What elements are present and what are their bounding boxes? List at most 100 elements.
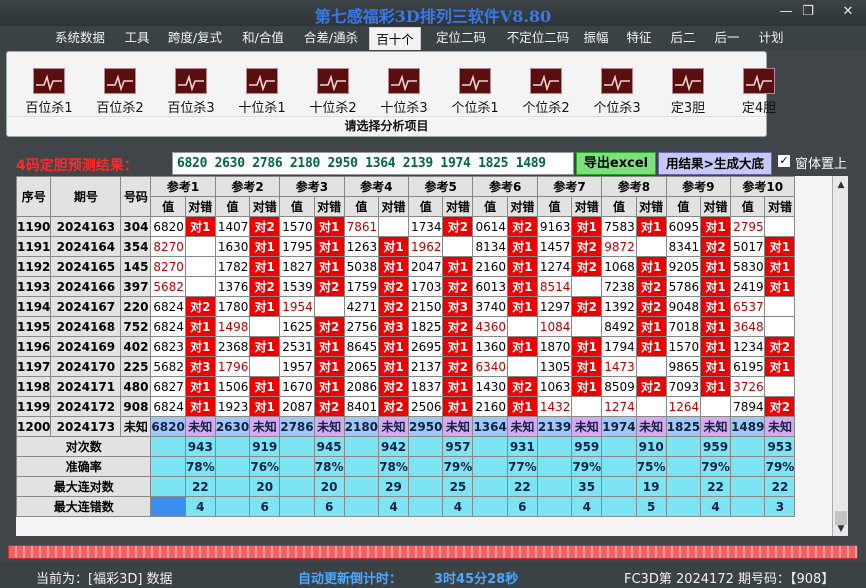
menu-item-1[interactable]: 工具 [119, 26, 155, 50]
ribbon-button-5[interactable]: 十位杀3 [378, 68, 430, 116]
stats-pad [665, 496, 702, 517]
cell-miss [571, 316, 603, 337]
table-row[interactable]: 1193 2024166 397 5682 1376 对2 1539 对2 1759 对2 1703… [16, 276, 796, 297]
cell-predict: 1825 [665, 416, 702, 437]
cell-value: 5682 [150, 276, 186, 297]
stats-value: 3 [764, 496, 796, 517]
cell-value: 8645 [343, 336, 380, 357]
scroll-up-icon[interactable]: ▲ [833, 178, 849, 192]
generate-base-button[interactable]: 用结果>生成大底 [658, 152, 772, 175]
ribbon-button-9[interactable]: 定3胆 [662, 68, 714, 116]
cell-match: 对1 [506, 236, 538, 257]
cell-value: 2419 [730, 276, 766, 297]
cell-code: 145 [120, 256, 152, 277]
cell-period: 2024171 [50, 376, 122, 397]
table-row[interactable]: 1199 2024172 908 6824 对1 1923 对1 2087 对2 8401 对2 25… [16, 396, 796, 417]
stats-value: 19 [635, 476, 667, 497]
menu-item-8[interactable]: 振幅 [578, 26, 614, 50]
cell-match: 对2 [378, 396, 410, 417]
ribbon-button-7[interactable]: 个位杀2 [520, 68, 572, 116]
prediction-field[interactable]: 6820 2630 2786 2180 2950 1364 2139 1974 … [172, 152, 574, 175]
cell-match: 对1 [700, 376, 732, 397]
cell-value: 2531 [279, 336, 315, 357]
stats-pad [343, 456, 380, 477]
table-row[interactable]: 1194 2024167 220 6824 对2 1780 对1 1954 4271 对2 2150… [16, 296, 796, 317]
stats-label: 最大连对数 [16, 476, 152, 497]
cell-match: 对1 [184, 316, 216, 337]
minimize-button[interactable]: — [774, 4, 798, 20]
table-row[interactable]: 1190 2024163 304 6820 对1 1407 对2 1570 对1 7861 1734… [16, 216, 796, 237]
cell-value: 7894 [730, 396, 766, 417]
ribbon-button-10[interactable]: 定4胆 [733, 68, 785, 116]
menu-item-12[interactable]: 计划 [753, 26, 789, 50]
stats-value: 4 [442, 496, 474, 517]
cell-value: 1825 [408, 316, 444, 337]
scroll-down-icon[interactable]: ▼ [833, 522, 849, 536]
ribbon-button-6[interactable]: 个位杀1 [449, 68, 501, 116]
menu-item-3[interactable]: 和/合值 [237, 26, 289, 50]
menu-item-2[interactable]: 跨度/复式 [163, 26, 227, 50]
cell-match: 对1 [442, 336, 474, 357]
cell-match: 对1 [764, 236, 796, 257]
table-row[interactable]: 1195 2024168 752 6824 对1 1498 1625 对2 2756 对3 1825… [16, 316, 796, 337]
ribbon-button-1[interactable]: 百位杀2 [94, 68, 146, 116]
stats-value: 919 [249, 436, 281, 457]
pending-row[interactable]: 1200 2024173 未知 6820 未知 2630 未知 2786 未知 2180 未知 295… [16, 416, 796, 437]
table-row[interactable]: 1197 2024170 225 5682 对3 1796 1957 对1 2065 对1 2137… [16, 356, 796, 377]
cell-value: 1234 [730, 336, 766, 357]
cell-value: 4271 [343, 296, 380, 317]
table-row[interactable]: 1198 2024171 480 6827 对1 1506 对1 1670 对1 2086 对2 18… [16, 376, 796, 397]
cell-match: 对1 [635, 256, 667, 277]
cell-value: 8270 [150, 236, 186, 257]
cell-value: 6820 [150, 216, 186, 237]
cell-value: 6824 [150, 296, 186, 317]
cell-unknown: 未知 [571, 416, 603, 437]
ribbon-button-4[interactable]: 十位杀2 [307, 68, 359, 116]
ribbon-button-3[interactable]: 十位杀1 [236, 68, 288, 116]
cell-miss [700, 396, 732, 417]
cell-value: 2160 [472, 396, 508, 417]
cell-predict: 2180 [343, 416, 380, 437]
cell-value: 6095 [665, 216, 702, 237]
menu-item-10[interactable]: 后二 [665, 26, 701, 50]
table-row[interactable]: 1191 2024164 354 8270 1630 对1 1795 对1 1263 对1 1962… [16, 236, 796, 257]
close-button[interactable]: ✕ [836, 4, 860, 20]
cell-match: 对3 [184, 356, 216, 377]
menu-item-6[interactable]: 定位二码 [429, 26, 493, 50]
cell-match: 对1 [635, 316, 667, 337]
stay-on-top-checkbox[interactable]: ✓ [777, 154, 791, 168]
menu-item-4[interactable]: 合差/通杀 [299, 26, 363, 50]
cell-miss [571, 276, 603, 297]
table-row[interactable]: 1192 2024165 145 8270 1782 对1 1827 对1 5038 对1 2047… [16, 256, 796, 277]
stats-pad [601, 496, 637, 517]
menu-item-9[interactable]: 特征 [621, 26, 657, 50]
menu-item-0[interactable]: 系统数据 [52, 26, 108, 50]
cell-value: 1305 [536, 356, 573, 377]
cell-value: 2065 [343, 356, 380, 377]
table-row[interactable]: 1196 2024169 402 6823 对1 2368 对1 2531 对1 8645 对1 26… [16, 336, 796, 357]
cell-match: 对2 [442, 276, 474, 297]
cell-code: 304 [120, 216, 152, 237]
cell-match: 对1 [571, 356, 603, 377]
maximize-button[interactable]: ❐ [796, 4, 820, 20]
analysis-ribbon: 百位杀1 百位杀2 百位杀3 十位杀1 十位杀2 十位杀3 个位杀1 个位杀2 个位杀3 定3胆 定… [6, 51, 776, 137]
ribbon-button-2[interactable]: 百位杀3 [165, 68, 217, 116]
stats-value: 931 [506, 436, 538, 457]
cell-code: 220 [120, 296, 152, 317]
ribbon-button-label: 百位杀2 [96, 101, 144, 116]
stats-row: 对次数 943 919 945 942 957 931 959 910 959 953 [16, 436, 796, 457]
menu-item-5[interactable]: 百十个 [369, 27, 421, 50]
vertical-scrollbar[interactable]: ▲ ▼ [832, 176, 848, 536]
menu-item-7[interactable]: 不定位二码 [504, 26, 572, 50]
cell-unknown: 未知 [764, 416, 796, 437]
cell-match: 对1 [506, 276, 538, 297]
export-excel-button[interactable]: 导出excel [576, 152, 656, 175]
ribbon-button-0[interactable]: 百位杀1 [23, 68, 75, 116]
cell-match: 对1 [313, 256, 345, 277]
stats-pad [279, 496, 315, 517]
ribbon-button-8[interactable]: 个位杀3 [591, 68, 643, 116]
menu-item-11[interactable]: 后一 [709, 26, 745, 50]
sub-ok: 对错 [764, 196, 796, 217]
cell-value: 2086 [343, 376, 380, 397]
cell-seq: 1197 [16, 356, 52, 377]
